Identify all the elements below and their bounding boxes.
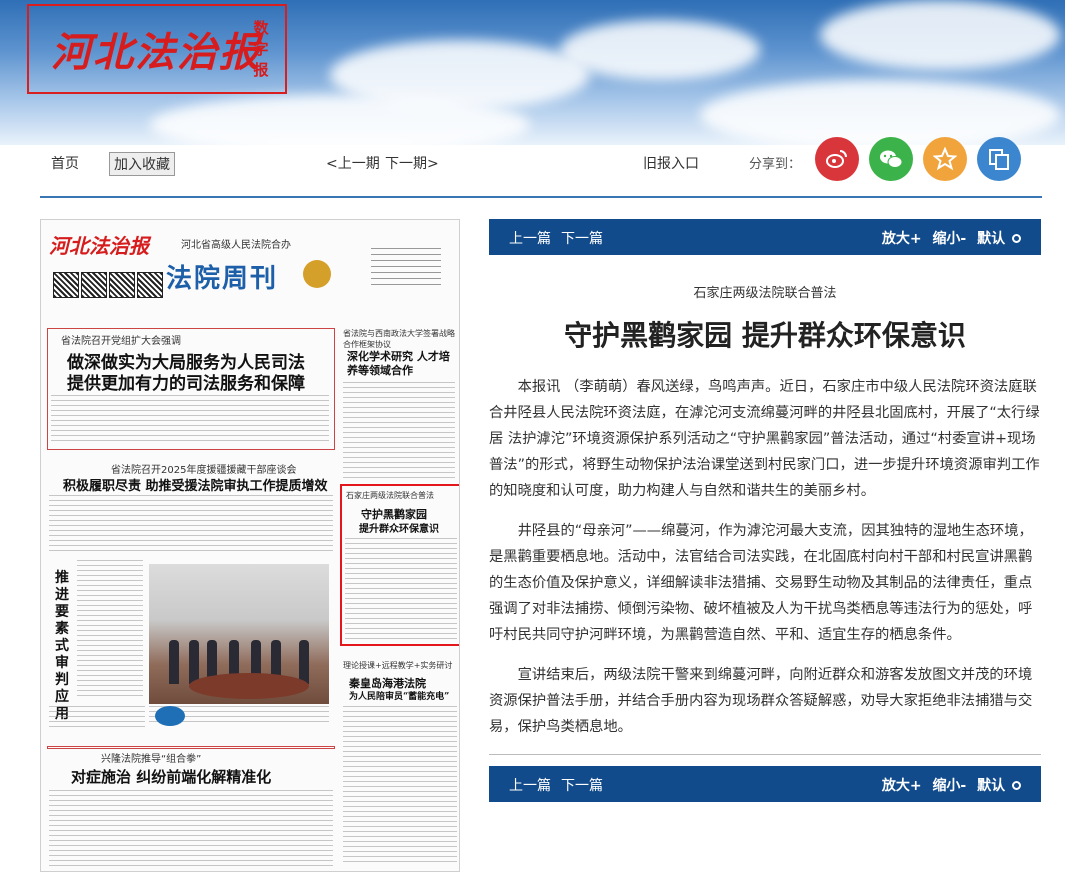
reset-icon (1012, 781, 1021, 790)
header-banner: 河北法治报 数字报 (0, 0, 1065, 145)
paper-court: 河北省高级人民法院合办 (181, 240, 291, 251)
copy-link-button[interactable] (977, 137, 1021, 181)
paper-kicker-2: 省法院与西南政法大学签署战略合作框架协议 (343, 329, 455, 349)
weibo-share-button[interactable] (815, 137, 859, 181)
qzone-share-button[interactable] (923, 137, 967, 181)
nav-divider (40, 196, 1042, 198)
section-rule (47, 746, 335, 749)
copy-icon (989, 149, 1009, 170)
paper-meta (371, 248, 441, 288)
paper-kicker-1: 省法院召开党组扩大会强调 (61, 336, 181, 347)
qr-code-icon (137, 272, 163, 298)
paper-body-text (343, 382, 455, 478)
zoom-out-button[interactable]: 缩小- (932, 778, 966, 794)
wave-logo-icon (155, 706, 185, 726)
paper-headline-1b: 提供更加有力的司法服务和保障 (67, 374, 305, 394)
prev-article-link[interactable]: 上一篇 (509, 228, 551, 248)
default-size-button[interactable]: 默认 (977, 231, 1005, 247)
prev-article-link[interactable]: 上一篇 (509, 775, 551, 795)
wechat-icon (880, 150, 903, 168)
site-logo[interactable]: 河北法治报 数字报 (27, 4, 287, 94)
article-divider (489, 754, 1041, 755)
next-article-link[interactable]: 下一篇 (561, 775, 603, 795)
newspaper-page[interactable]: 河北法治报 河北省高级人民法院合办 法院周刊 省法院召开党组扩大会强调 做深做实… (40, 219, 460, 872)
paper-body-text (345, 538, 457, 642)
paper-headline-4b: 提升群众环保意识 (359, 524, 439, 535)
zoom-in-button[interactable]: 放大+ (882, 778, 922, 794)
paper-headline-7: 对症施治 纠纷前端化解精准化 (71, 768, 272, 786)
next-article-link[interactable]: 下一篇 (561, 228, 603, 248)
article-title: 守护黑鹳家园 提升群众环保意识 (564, 319, 966, 352)
prev-issue-link[interactable]: <上一期 (326, 153, 380, 173)
paper-body-text (49, 790, 333, 870)
article-paragraph-3: 宣讲结束后，两级法院干警来到绵蔓河畔，向附近群众和游客发放图文并茂的环境资源保护… (489, 667, 1033, 735)
qr-code-icon (109, 272, 135, 298)
paper-title: 法院周刊 (166, 264, 279, 294)
paper-body-text (49, 706, 145, 730)
paper-headline-6b: 为人民陪审员“蓄能充电” (349, 692, 450, 702)
news-photo (149, 564, 329, 704)
qr-code-icon (53, 272, 79, 298)
default-size-button[interactable]: 默认 (977, 778, 1005, 794)
paper-headline-5: 推进要素式审判 应用 (55, 570, 69, 722)
article-toolbar-top: 上一篇 下一篇 放大+ 缩小- 默认 (489, 219, 1041, 255)
paper-headline-3: 积极履职尽责 助推受援法院审执工作提质增效 (63, 479, 328, 494)
old-issues-link[interactable]: 旧报入口 (643, 153, 699, 173)
paper-logo: 河北法治报 (49, 234, 149, 258)
article-paragraph-1: 本报讯 （李萌萌）春风送绿，鸟鸣声声。近日，石家庄市中级人民法院环资法庭联合井陉… (489, 379, 1040, 499)
article-paragraph-2: 井陉县的“母亲河”——绵蔓河，作为滹沱河最大支流，因其独特的湿地生态环境，是黑鹳… (489, 523, 1033, 643)
article-toolbar-bottom: 上一篇 下一篇 放大+ 缩小- 默认 (489, 766, 1041, 802)
zoom-out-button[interactable]: 缩小- (932, 231, 966, 247)
zoom-in-button[interactable]: 放大+ (882, 231, 922, 247)
add-favorite-button[interactable]: 加入收藏 (109, 152, 175, 176)
paper-kicker-7: 兴隆法院推导“组合拳” (101, 754, 202, 765)
logo-side-text: 数字报 (253, 19, 269, 79)
next-issue-link[interactable]: 下一期> (385, 153, 439, 173)
home-link[interactable]: 首页 (51, 153, 79, 173)
paper-body-text (77, 560, 143, 700)
share-label: 分享到： (749, 157, 802, 172)
article-kicker: 石家庄两级法院联合普法 (693, 286, 837, 301)
court-emblem-icon (303, 260, 331, 288)
paper-body-text (51, 395, 329, 445)
paper-body-text (49, 495, 333, 553)
paper-kicker-3: 省法院召开2025年度援疆援藏干部座谈会 (111, 465, 297, 476)
paper-body-text (343, 706, 457, 866)
star-icon (933, 147, 957, 171)
logo-text: 河北法治报 (51, 29, 261, 76)
weibo-icon (826, 150, 847, 168)
paper-kicker-6: 理论授课+远程教学+实务研讨 (343, 661, 453, 670)
paper-kicker-4: 石家庄两级法院联合普法 (346, 491, 434, 500)
qr-code-icon (81, 272, 107, 298)
reset-icon (1012, 234, 1021, 243)
paper-headline-2: 深化学术研究 人才培养等领域合作 (347, 350, 450, 377)
wechat-share-button[interactable] (869, 137, 913, 181)
